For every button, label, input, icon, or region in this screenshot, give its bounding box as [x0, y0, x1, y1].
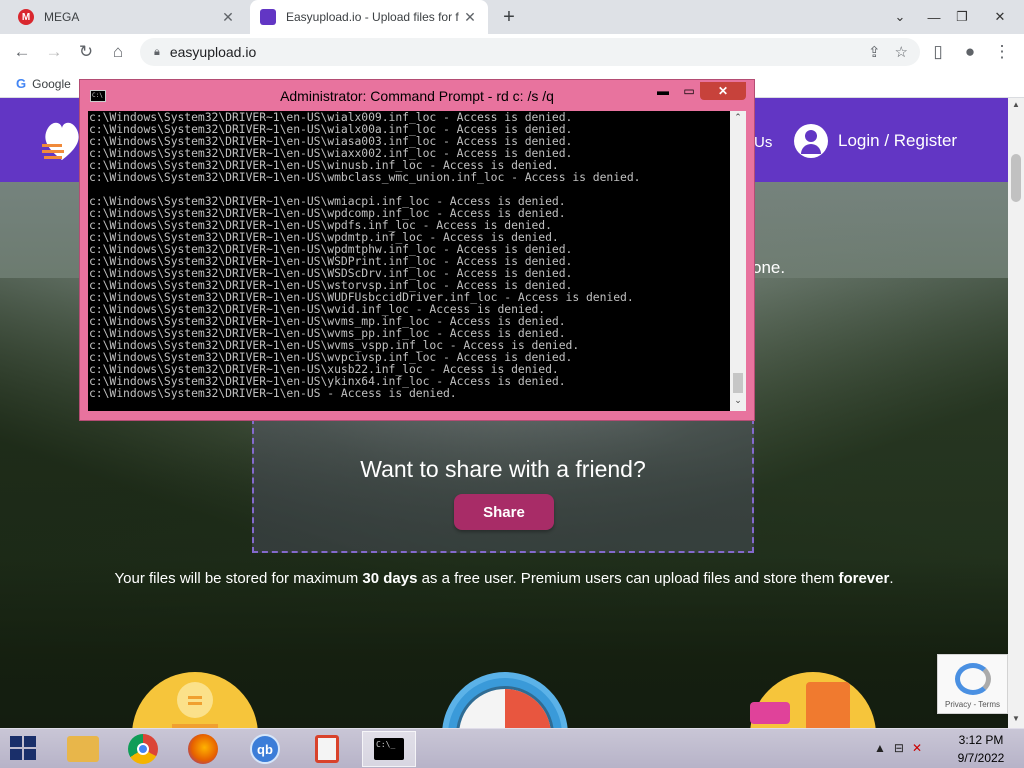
cmd-scrollbar[interactable]: ⌃ ⌄ — [730, 111, 746, 411]
upload-box: Want to share with a friend? Share — [252, 418, 754, 553]
scroll-down-icon[interactable]: ▼ — [1008, 714, 1024, 723]
cmd-console-output[interactable]: c:\Windows\System32\DRIVER~1\en-US\wialx… — [88, 111, 730, 411]
taskbar-file-explorer[interactable] — [56, 731, 110, 767]
system-tray: ▲ ⊟ ✕ — [874, 741, 922, 755]
bookmark-star-icon[interactable]: ☆ — [895, 43, 908, 61]
taskbar: qb C:\_ ▲ ⊟ ✕ 3:12 PM 9/7/2022 — [0, 728, 1024, 768]
storage-note-text: Your files will be stored for maximum — [114, 570, 363, 587]
recaptcha-icon — [955, 663, 991, 695]
cmd-minimize-button[interactable]: ▬ — [652, 82, 674, 100]
scroll-up-icon[interactable]: ▲ — [1008, 100, 1024, 109]
close-window-button[interactable]: ✕ — [984, 0, 1016, 34]
close-tab-icon[interactable]: ✕ — [462, 9, 478, 26]
clock-date[interactable]: 9/7/2022 — [946, 751, 1016, 765]
show-hidden-icons-icon[interactable]: ▲ — [874, 741, 886, 755]
taskbar-command-prompt[interactable]: C:\_ — [362, 731, 416, 767]
tab-easyupload[interactable]: Easyupload.io - Upload files for f ✕ — [250, 0, 488, 34]
volume-muted-icon[interactable]: ✕ — [912, 741, 922, 755]
taskbar-chrome[interactable] — [116, 731, 170, 767]
document-app-icon — [315, 735, 339, 763]
google-icon: G — [16, 76, 27, 91]
recaptcha-badge[interactable]: Privacy - Terms — [937, 654, 1008, 714]
qbittorrent-icon: qb — [250, 734, 280, 764]
address-bar[interactable]: 🔒︎ easyupload.io ⇪ ☆ — [140, 38, 920, 66]
tag-icon — [750, 702, 790, 724]
close-tab-icon[interactable]: ✕ — [220, 9, 236, 26]
easyupload-favicon-icon — [260, 9, 276, 25]
easyupload-logo-icon[interactable] — [40, 116, 84, 164]
share-question: Want to share with a friend? — [360, 456, 646, 482]
reload-button[interactable]: ↻ — [74, 40, 98, 64]
storage-note-text: as a free user. Premium users can upload… — [417, 570, 839, 587]
browser-toolbar: ← → ↻ ⌂ 🔒︎ easyupload.io ⇪ ☆ ▯ ● ⋮ — [0, 34, 1024, 70]
login-register-link[interactable]: Login / Register — [794, 124, 957, 158]
firefox-icon — [188, 734, 218, 764]
chrome-icon — [128, 734, 158, 764]
folder-icon — [67, 736, 99, 762]
new-tab-button[interactable]: + — [498, 6, 520, 29]
bookmark-label: Google — [32, 76, 71, 91]
share-button[interactable]: Share — [454, 494, 554, 530]
taskbar-firefox[interactable] — [176, 731, 230, 767]
cmd-scroll-up-icon[interactable]: ⌃ — [730, 112, 746, 123]
cmd-maximize-button[interactable]: ▭ — [678, 82, 700, 100]
tab-title: MEGA — [44, 10, 80, 24]
network-icon[interactable]: ⊟ — [894, 741, 904, 755]
recaptcha-links[interactable]: Privacy - Terms — [938, 700, 1007, 709]
cmd-scrollbar-thumb[interactable] — [733, 373, 743, 393]
tab-search-icon[interactable]: ⌄ — [884, 0, 916, 34]
storage-days: 30 days — [362, 570, 418, 587]
page-scrollbar[interactable]: ▲ ▼ — [1008, 98, 1024, 728]
cmd-close-button[interactable]: ✕ — [700, 82, 746, 100]
cmd-title-bar[interactable]: C:\ Administrator: Command Prompt - rd c… — [80, 80, 754, 108]
tab-title: Easyupload.io - Upload files for f — [286, 10, 459, 24]
org-chart-icon — [172, 682, 218, 728]
share-icon[interactable]: ⇪ — [868, 43, 881, 61]
document-icon — [806, 682, 850, 728]
mega-favicon-icon: M — [18, 9, 34, 25]
user-icon — [794, 124, 828, 158]
clock-time[interactable]: 3:12 PM — [946, 733, 1016, 747]
feature-organize-icon — [132, 672, 258, 728]
taskbar-qbittorrent[interactable]: qb — [238, 731, 292, 767]
cmd-scroll-down-icon[interactable]: ⌄ — [730, 395, 746, 406]
forward-button[interactable]: → — [42, 40, 66, 64]
cmd-taskbar-icon: C:\_ — [374, 738, 404, 760]
back-button[interactable]: ← — [10, 40, 34, 64]
nav-link-partial[interactable]: Us — [754, 134, 772, 151]
login-label: Login / Register — [838, 131, 958, 150]
restore-button[interactable]: ❐ — [946, 0, 978, 34]
command-prompt-window[interactable]: C:\ Administrator: Command Prompt - rd c… — [79, 79, 755, 421]
storage-note-text: . — [889, 570, 894, 587]
storage-note: Your files will be stored for maximum 30… — [0, 570, 1008, 587]
storage-forever: forever — [838, 570, 890, 587]
url-text: easyupload.io — [169, 44, 257, 60]
bookmark-google[interactable]: G Google — [16, 76, 71, 91]
lock-icon: 🔒︎ — [154, 45, 160, 58]
hero-text-partial: one. — [752, 258, 786, 277]
start-button[interactable] — [10, 736, 38, 762]
home-button[interactable]: ⌂ — [106, 40, 130, 64]
profile-avatar[interactable]: ● — [958, 40, 982, 64]
cmd-output-line: c:\Windows\System32\DRIVER~1\en-US - Acc… — [89, 386, 457, 400]
browser-tab-strip: M MEGA ✕ Easyupload.io - Upload files fo… — [0, 0, 1024, 34]
scrollbar-thumb[interactable] — [1011, 154, 1021, 202]
tab-mega[interactable]: M MEGA ✕ — [8, 0, 246, 34]
cmd-output-line: c:\Windows\System32\DRIVER~1\en-US\wmbcl… — [89, 170, 641, 184]
menu-icon[interactable]: ⋮ — [990, 40, 1014, 64]
side-panel-icon[interactable]: ▯ — [926, 40, 950, 64]
taskbar-document-app[interactable] — [300, 731, 354, 767]
clock-icon — [456, 686, 554, 728]
